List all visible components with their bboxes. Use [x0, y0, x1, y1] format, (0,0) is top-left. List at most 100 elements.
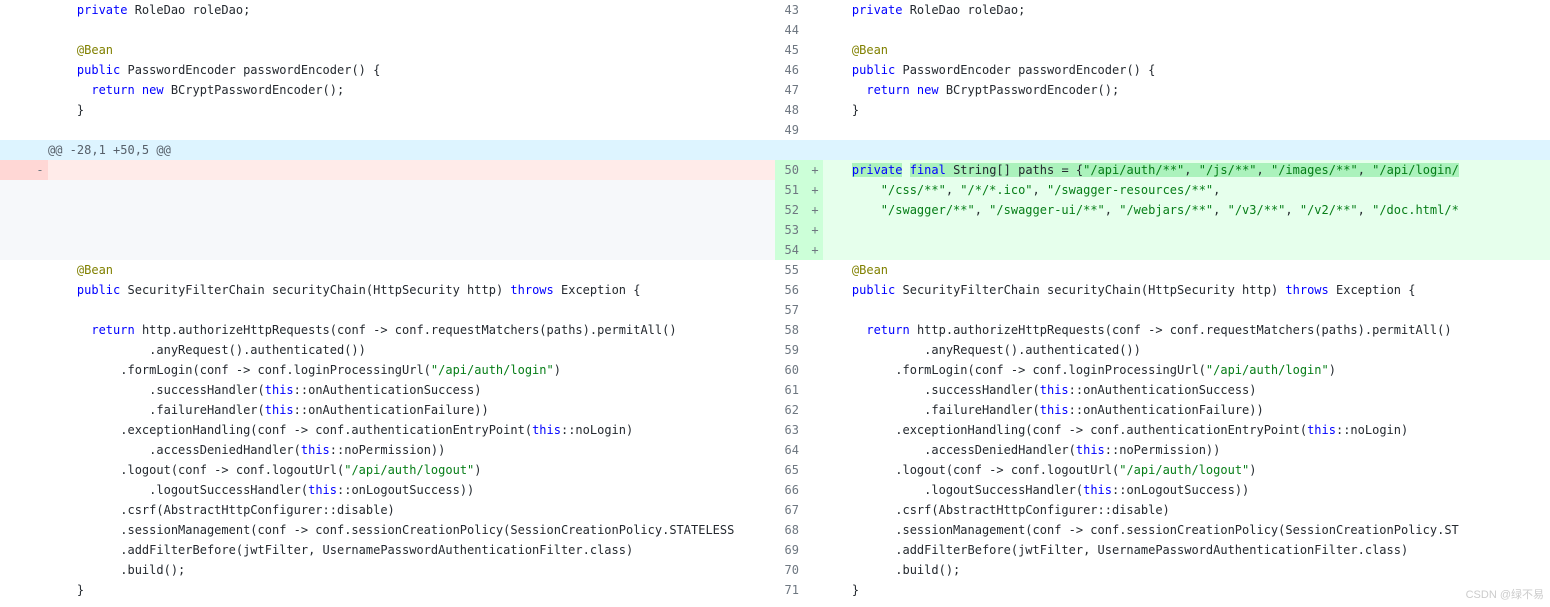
diff-line[interactable]: .addFilterBefore(jwtFilter, UsernamePass…: [0, 540, 775, 560]
diff-line[interactable]: .logout(conf -> conf.logoutUrl("/api/aut…: [0, 460, 775, 480]
diff-line[interactable]: 43 private RoleDao roleDao;: [775, 0, 1550, 20]
diff-line[interactable]: return new BCryptPasswordEncoder();: [0, 80, 775, 100]
line-number: 68: [775, 520, 807, 540]
diff-line[interactable]: 70 .build();: [775, 560, 1550, 580]
line-number: [0, 340, 32, 360]
code-content: return http.authorizeHttpRequests(conf -…: [48, 320, 775, 340]
diff-marker: [32, 540, 48, 560]
diff-marker: [807, 20, 823, 40]
code-content: .anyRequest().authenticated()): [823, 340, 1550, 360]
diff-line[interactable]: 58 return http.authorizeHttpRequests(con…: [775, 320, 1550, 340]
diff-line[interactable]: 47 return new BCryptPasswordEncoder();: [775, 80, 1550, 100]
diff-marker: [807, 560, 823, 580]
diff-line[interactable]: -: [0, 160, 775, 180]
diff-line[interactable]: }: [0, 100, 775, 120]
diff-line[interactable]: 65 .logout(conf -> conf.logoutUrl("/api/…: [775, 460, 1550, 480]
diff-line[interactable]: 61 .successHandler(this::onAuthenticatio…: [775, 380, 1550, 400]
code-content: [823, 140, 1550, 160]
diff-line[interactable]: 48 }: [775, 100, 1550, 120]
diff-line[interactable]: 52+ "/swagger/**", "/swagger-ui/**", "/w…: [775, 200, 1550, 220]
line-number: [0, 160, 32, 180]
diff-line[interactable]: 68 .sessionManagement(conf -> conf.sessi…: [775, 520, 1550, 540]
diff-marker: [32, 180, 48, 200]
diff-line[interactable]: 55 @Bean: [775, 260, 1550, 280]
line-number: [0, 580, 32, 600]
diff-line[interactable]: .exceptionHandling(conf -> conf.authenti…: [0, 420, 775, 440]
line-number: 65: [775, 460, 807, 480]
diff-line[interactable]: .build();: [0, 560, 775, 580]
code-content: .csrf(AbstractHttpConfigurer::disable): [48, 500, 775, 520]
diff-line[interactable]: 66 .logoutSuccessHandler(this::onLogoutS…: [775, 480, 1550, 500]
diff-line[interactable]: 45 @Bean: [775, 40, 1550, 60]
diff-line[interactable]: 69 .addFilterBefore(jwtFilter, UsernameP…: [775, 540, 1550, 560]
diff-line[interactable]: .sessionManagement(conf -> conf.sessionC…: [0, 520, 775, 540]
line-number: 71: [775, 580, 807, 600]
diff-line[interactable]: 51+ "/css/**", "/*/*.ico", "/swagger-res…: [775, 180, 1550, 200]
diff-line[interactable]: 46 public PasswordEncoder passwordEncode…: [775, 60, 1550, 80]
diff-right-side[interactable]: 43 private RoleDao roleDao;4445 @Bean46 …: [775, 0, 1550, 607]
diff-line[interactable]: .failureHandler(this::onAuthenticationFa…: [0, 400, 775, 420]
diff-line[interactable]: @@ -28,1 +50,5 @@: [0, 140, 775, 160]
diff-marker: [807, 480, 823, 500]
diff-line[interactable]: [0, 180, 775, 200]
line-number: 44: [775, 20, 807, 40]
code-content: .failureHandler(this::onAuthenticationFa…: [823, 400, 1550, 420]
diff-line[interactable]: [0, 20, 775, 40]
diff-line[interactable]: 57: [775, 300, 1550, 320]
diff-line[interactable]: 49: [775, 120, 1550, 140]
diff-line[interactable]: .accessDeniedHandler(this::noPermission)…: [0, 440, 775, 460]
diff-line[interactable]: [0, 220, 775, 240]
code-content: [823, 300, 1550, 320]
diff-line[interactable]: [0, 300, 775, 320]
diff-line[interactable]: [0, 200, 775, 220]
code-content: [823, 120, 1550, 140]
code-content: .logout(conf -> conf.logoutUrl("/api/aut…: [823, 460, 1550, 480]
diff-marker: [807, 0, 823, 20]
diff-line[interactable]: [775, 140, 1550, 160]
line-number: [0, 360, 32, 380]
diff-line[interactable]: @Bean: [0, 260, 775, 280]
diff-marker: [807, 540, 823, 560]
code-content: [48, 220, 775, 240]
code-content: [48, 240, 775, 260]
diff-line[interactable]: .successHandler(this::onAuthenticationSu…: [0, 380, 775, 400]
diff-line[interactable]: [0, 120, 775, 140]
diff-line[interactable]: 59 .anyRequest().authenticated()): [775, 340, 1550, 360]
line-number: 63: [775, 420, 807, 440]
code-content: private RoleDao roleDao;: [48, 0, 775, 20]
diff-line[interactable]: [0, 240, 775, 260]
diff-line[interactable]: 44: [775, 20, 1550, 40]
diff-left-side[interactable]: private RoleDao roleDao; @Bean public Pa…: [0, 0, 775, 607]
diff-line[interactable]: 53+: [775, 220, 1550, 240]
diff-line[interactable]: return http.authorizeHttpRequests(conf -…: [0, 320, 775, 340]
diff-line[interactable]: .csrf(AbstractHttpConfigurer::disable): [0, 500, 775, 520]
diff-marker: [32, 460, 48, 480]
diff-line[interactable]: public SecurityFilterChain securityChain…: [0, 280, 775, 300]
code-content: @@ -28,1 +50,5 @@: [48, 140, 775, 160]
diff-line[interactable]: public PasswordEncoder passwordEncoder()…: [0, 60, 775, 80]
code-content: .formLogin(conf -> conf.loginProcessingU…: [48, 360, 775, 380]
diff-line[interactable]: 62 .failureHandler(this::onAuthenticatio…: [775, 400, 1550, 420]
diff-line[interactable]: 54+: [775, 240, 1550, 260]
line-number: [0, 220, 32, 240]
diff-line[interactable]: 63 .exceptionHandling(conf -> conf.authe…: [775, 420, 1550, 440]
diff-line[interactable]: @Bean: [0, 40, 775, 60]
diff-line[interactable]: .anyRequest().authenticated()): [0, 340, 775, 360]
diff-line[interactable]: 56 public SecurityFilterChain securityCh…: [775, 280, 1550, 300]
diff-marker: [32, 280, 48, 300]
diff-line[interactable]: .formLogin(conf -> conf.loginProcessingU…: [0, 360, 775, 380]
line-number: 69: [775, 540, 807, 560]
diff-line[interactable]: private RoleDao roleDao;: [0, 0, 775, 20]
diff-line[interactable]: 60 .formLogin(conf -> conf.loginProcessi…: [775, 360, 1550, 380]
diff-marker: [807, 520, 823, 540]
line-number: [0, 380, 32, 400]
diff-marker: [32, 520, 48, 540]
diff-marker: [807, 360, 823, 380]
diff-line[interactable]: 67 .csrf(AbstractHttpConfigurer::disable…: [775, 500, 1550, 520]
diff-line[interactable]: 71 }: [775, 580, 1550, 600]
diff-marker: [32, 380, 48, 400]
diff-line[interactable]: }: [0, 580, 775, 600]
diff-line[interactable]: .logoutSuccessHandler(this::onLogoutSucc…: [0, 480, 775, 500]
diff-line[interactable]: 64 .accessDeniedHandler(this::noPermissi…: [775, 440, 1550, 460]
diff-line[interactable]: 50+ private final String[] paths = {"/ap…: [775, 160, 1550, 180]
